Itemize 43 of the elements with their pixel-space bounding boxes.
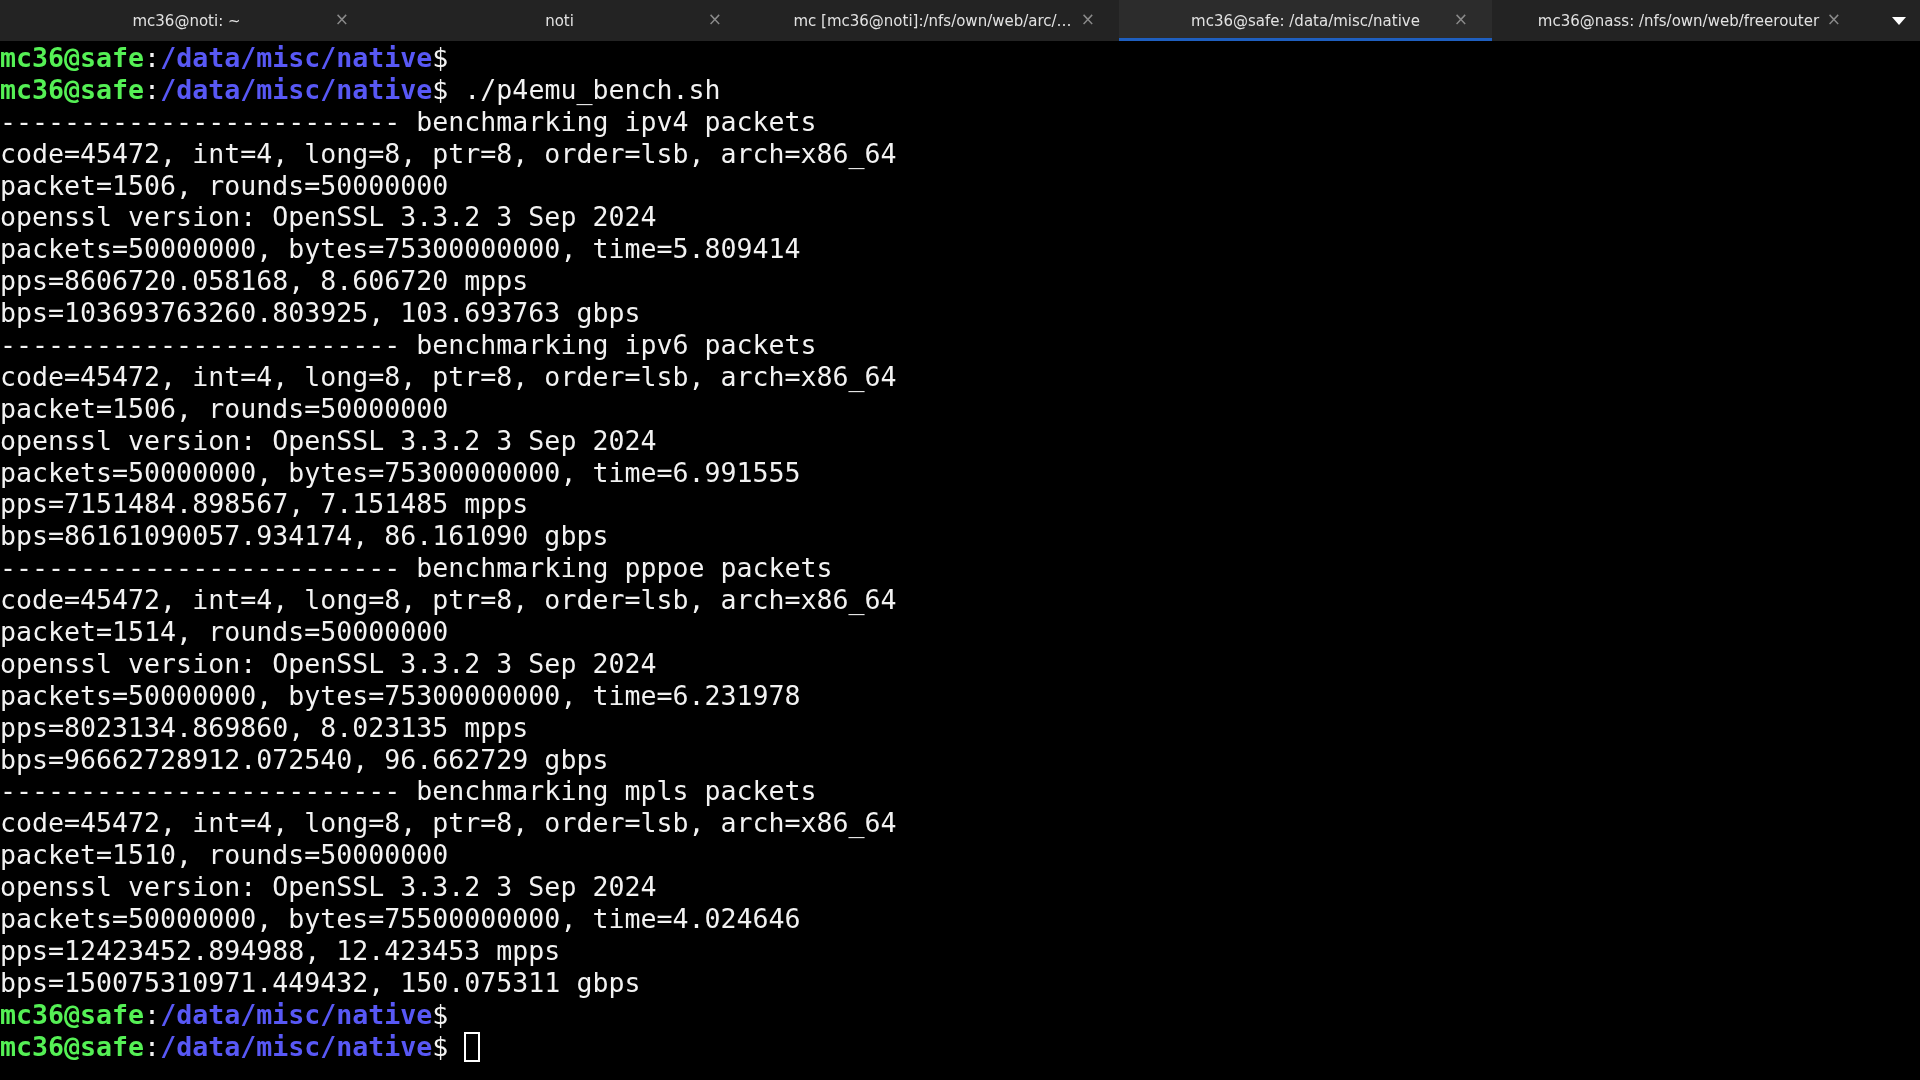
close-icon[interactable]: × [1453,9,1468,29]
output-line: openssl version: OpenSSL 3.3.2 3 Sep 2024 [0,424,658,457]
output-line: packet=1506, rounds=50000000 [0,169,450,202]
close-icon[interactable]: × [1826,9,1841,29]
output-line: pps=8023134.869860, 8.023135 mpps [0,711,530,744]
output-line: pps=7151484.898567, 7.151485 mpps [0,488,530,521]
terminal-tab[interactable]: mc36@safe: /data/misc/native × [1119,0,1492,41]
output-line: packet=1506, rounds=50000000 [0,392,450,425]
output-line: ------------------------- benchmarking ipv6 packets [0,329,818,361]
terminal-tab[interactable]: mc36@noti: ~ × [0,0,373,41]
output-line: bps=86161090057.934174, 86.161090 gbps [0,520,610,553]
output-line: bps=150075310971.449432, 150.075311 gbps [0,966,642,999]
output-line: openssl version: OpenSSL 3.3.2 3 Sep 2024 [0,871,658,904]
terminal-tab[interactable]: mc36@nass: /nfs/own/web/freerouter × [1492,0,1865,41]
output-line: packets=50000000, bytes=75300000000, time=5.809414 [0,233,802,266]
output-line: ------------------------- benchmarking pppoe packets [0,552,834,585]
prompt-line: mc36@safe:/data/misc/native$ [0,1030,1920,1063]
dropdown-icon[interactable] [1892,16,1906,25]
output-line: packets=50000000, bytes=75300000000, time=6.231978 [0,679,802,712]
prompt-line: mc36@safe:/data/misc/native$ ./p4emu_bench.sh [0,73,722,106]
output-line: packets=50000000, bytes=75500000000, time=4.024646 [0,903,802,935]
output-line: pps=12423452.894988, 12.423453 mpps [0,934,562,967]
terminal-tab[interactable]: mc [mc36@noti]:/nfs/own/web/arc/… × [746,0,1119,41]
output-line: code=45472, int=4, long=8, ptr=8, order=lsb, arch=x86_64 [0,584,898,617]
close-icon[interactable]: × [1080,9,1095,29]
output-line: code=45472, int=4, long=8, ptr=8, order=lsb, arch=x86_64 [0,137,898,170]
output-line: packet=1510, rounds=50000000 [0,839,450,872]
output-line: packet=1514, rounds=50000000 [0,616,450,648]
output-line: pps=8606720.058168, 8.606720 mpps [0,265,530,298]
output-line: code=45472, int=4, long=8, ptr=8, order=lsb, arch=x86_64 [0,360,898,393]
close-icon[interactable]: × [334,9,349,29]
close-icon[interactable]: × [707,9,722,29]
prompt-line: mc36@safe:/data/misc/native$ [0,998,450,1031]
output-line: packets=50000000, bytes=75300000000, time=6.991555 [0,456,802,489]
output-line: ------------------------- benchmarking ipv4 packets [0,105,818,138]
output-line: bps=96662728912.072540, 96.662729 gbps [0,743,610,776]
output-line: ------------------------- benchmarking mpls packets [0,775,818,808]
output-line: bps=103693763260.803925, 103.693763 gbps [0,297,642,329]
output-line: code=45472, int=4, long=8, ptr=8, order=lsb, arch=x86_64 [0,807,898,840]
output-line: openssl version: OpenSSL 3.3.2 3 Sep 2024 [0,201,658,234]
prompt-line: mc36@safe:/data/misc/native$ [0,42,450,74]
output-line: openssl version: OpenSSL 3.3.2 3 Sep 2024 [0,647,658,680]
terminal-tab[interactable]: noti × [373,0,746,41]
